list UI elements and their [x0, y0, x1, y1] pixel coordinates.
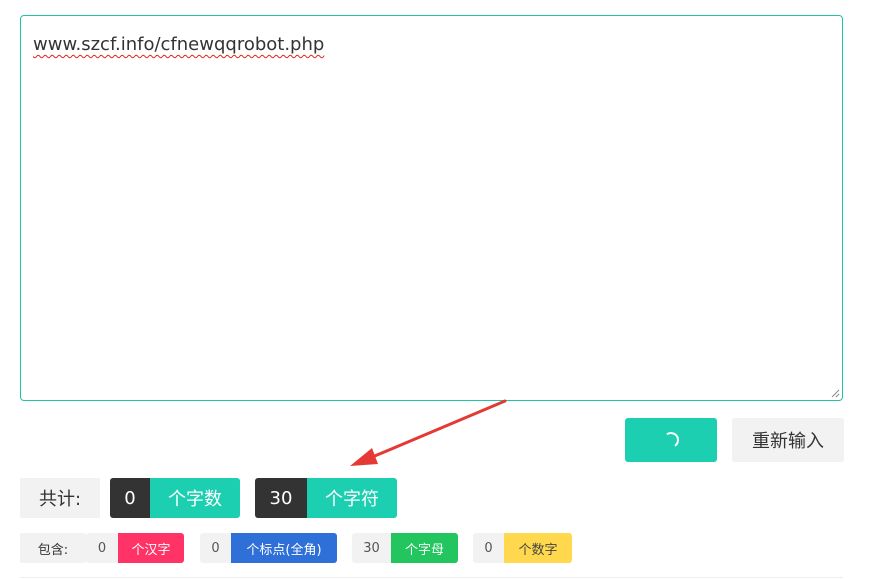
character-counter-page: www.szcf.info/cfnewqqrobot.php 重新输入 共计: …	[0, 0, 871, 579]
divider	[20, 577, 843, 578]
punctuation-tag: 0 个标点(全角)	[200, 533, 337, 563]
digit-tag: 0 个数字	[473, 533, 572, 563]
letter-label: 个字母	[391, 533, 458, 563]
word-count-label: 个字数	[150, 478, 240, 518]
word-count-value: 0	[110, 478, 150, 518]
word-count-badge: 0 个字数	[110, 478, 240, 518]
input-text: www.szcf.info/cfnewqqrobot.php	[33, 34, 325, 55]
char-count-badge: 30 个字符	[255, 478, 397, 518]
chinese-char-count: 0	[86, 533, 118, 563]
letter-tag: 30 个字母	[352, 533, 458, 563]
totals-row: 共计: 0 个字数 30 个字符	[20, 478, 397, 518]
totals-label: 共计:	[20, 478, 100, 518]
letter-count: 30	[352, 533, 391, 563]
reset-button[interactable]: 重新输入	[732, 418, 844, 462]
resize-grip-icon[interactable]	[830, 388, 840, 398]
punctuation-count: 0	[200, 533, 231, 563]
loading-spinner-icon	[661, 430, 681, 450]
details-row: 包含: 0 个汉字 0 个标点(全角) 30 个字母 0 个数字	[20, 533, 572, 563]
details-label: 包含:	[20, 533, 86, 563]
punctuation-label: 个标点(全角)	[231, 533, 337, 563]
chinese-char-label: 个汉字	[118, 533, 184, 563]
char-count-label: 个字符	[307, 478, 397, 518]
chinese-char-tag: 0 个汉字	[86, 533, 184, 563]
text-input-area[interactable]: www.szcf.info/cfnewqqrobot.php	[20, 15, 843, 401]
digit-count: 0	[473, 533, 504, 563]
digit-label: 个数字	[504, 533, 572, 563]
char-count-value: 30	[255, 478, 307, 518]
count-button[interactable]	[625, 418, 717, 462]
